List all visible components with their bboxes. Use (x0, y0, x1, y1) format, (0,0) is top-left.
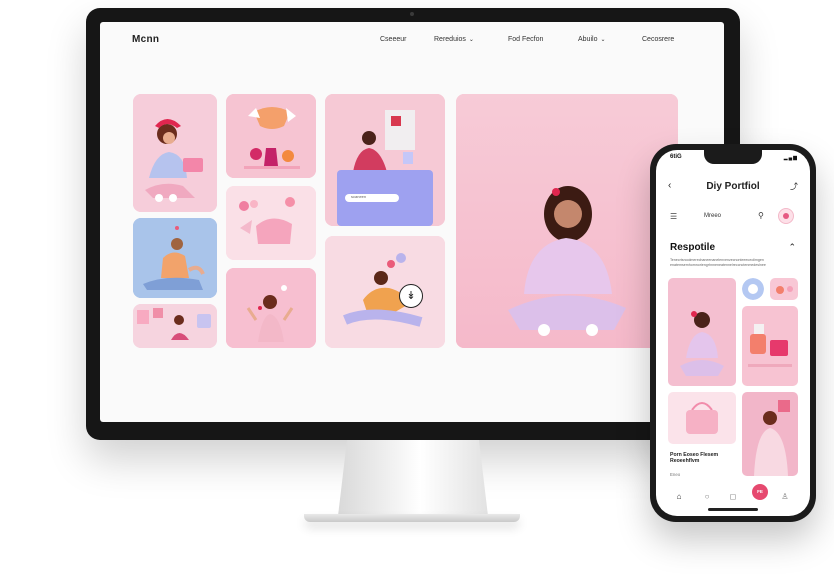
gallery-tile-room-scene[interactable] (133, 304, 217, 348)
woman-coat-image (742, 392, 798, 476)
app-title: Diy Portfiol (706, 181, 760, 192)
gallery-tile-featured-portrait[interactable] (456, 94, 678, 348)
products-image (742, 306, 798, 386)
chevron-up-icon[interactable]: ⌃ (788, 242, 796, 253)
reclining-woman-image (325, 236, 445, 348)
section-description: Tenecrtsnoolmerechaneenanelenvenzecnonte… (670, 258, 766, 267)
chevron-down-icon: ⌄ (600, 37, 606, 43)
gallery-tile-reclining-woman[interactable]: ↡ (325, 236, 445, 348)
monitor-stand-base (304, 514, 520, 522)
woman-bubbles-image (226, 268, 316, 348)
pink-objects-image (226, 186, 316, 260)
phone-tile-portrait[interactable] (668, 278, 736, 386)
desk-scene-image (325, 94, 445, 226)
home-icon[interactable]: ⌂ (674, 492, 684, 502)
site-logo[interactable]: Mcnn (132, 34, 159, 45)
bottom-tab-bar: ⌂ ○ ◻ FE ♙ (656, 484, 810, 508)
nav-link-4[interactable]: Abuilo ⌄ (578, 36, 606, 43)
blue-round-image (742, 278, 764, 300)
site-navbar: Mcnn Cseeeur Rereduios ⌄ Fod Fecfon Abuil… (100, 22, 724, 58)
nav-link-3[interactable]: Fod Fecfon (508, 36, 543, 43)
gallery-tile-woman-bubbles[interactable] (226, 268, 316, 348)
gallery-tile-desk-scene[interactable]: scaneen (325, 94, 445, 226)
desktop-monitor: Mcnn Cseeeur Rereduios ⌄ Fod Fecfon Abuil… (86, 8, 740, 440)
phone-tile-woman-coat[interactable] (742, 392, 798, 476)
section-title: Respotile (670, 242, 716, 253)
nav-link-5[interactable]: Cecosrere (642, 36, 674, 43)
share-icon[interactable]: ⤴ (790, 181, 798, 192)
phone-screen: 6tiG ▂▄▆ ‹ Diy Portfiol ⤴ ☰ Mreeo ⚲ Resp… (656, 150, 810, 516)
nav-link-4-label: Abuilo (578, 36, 598, 43)
item-caption-sub: Eneo (670, 472, 681, 477)
monitor-stand (338, 440, 488, 516)
pink-small-image (770, 278, 798, 300)
gallery-tile-sitting-woman-blue[interactable] (133, 218, 217, 298)
phone-tile-round-blue[interactable] (742, 278, 764, 300)
profile-icon[interactable]: ♙ (780, 492, 790, 502)
search-bar-text: scaneen (351, 194, 367, 199)
phone-notch (704, 150, 762, 164)
chevron-down-icon: ⌄ (468, 37, 474, 43)
reading-woman-image (133, 94, 217, 212)
handbag-image (668, 392, 736, 444)
sitting-woman-blue-image (133, 218, 217, 298)
room-scene-image (133, 304, 217, 348)
fashion-props-image (226, 94, 316, 178)
search-icon[interactable]: ⚲ (758, 211, 764, 220)
gallery-tile-fashion-props[interactable] (226, 94, 316, 178)
featured-portrait-image (456, 94, 678, 348)
notification-badge[interactable]: FE (752, 484, 768, 500)
user-label: Mreeo (704, 213, 722, 219)
nav-link-2-label: Rereduios (434, 36, 466, 43)
webcam-dot (410, 12, 414, 16)
chat-icon[interactable]: ◻ (728, 492, 738, 502)
home-indicator (708, 508, 758, 511)
avatar[interactable] (778, 208, 794, 224)
item-caption-title: Porn Eoseo Flesem Reoeehflvm (670, 452, 719, 464)
monitor-screen: Mcnn Cseeeur Rereduios ⌄ Fod Fecfon Abuil… (100, 22, 724, 422)
phone-tile-pink-small[interactable] (770, 278, 798, 300)
smartphone: 6tiG ▂▄▆ ‹ Diy Portfiol ⤴ ☰ Mreeo ⚲ Resp… (650, 144, 816, 522)
gallery-tile-reading-woman[interactable] (133, 94, 217, 212)
search-tab-icon[interactable]: ○ (702, 492, 712, 502)
gallery-tile-pink-objects[interactable] (226, 186, 316, 260)
play-icon[interactable]: ↡ (399, 284, 423, 308)
status-time: 6tiG (670, 154, 682, 160)
status-bar-icons: ▂▄▆ (783, 155, 798, 161)
nav-link-2[interactable]: Rereduios ⌄ (434, 36, 474, 43)
phone-tile-handbag[interactable] (668, 392, 736, 444)
menu-icon[interactable]: ☰ (670, 212, 677, 221)
phone-tile-products[interactable] (742, 306, 798, 386)
nav-link-1[interactable]: Cseeeur (380, 36, 406, 43)
phone-portrait-image (668, 278, 736, 386)
